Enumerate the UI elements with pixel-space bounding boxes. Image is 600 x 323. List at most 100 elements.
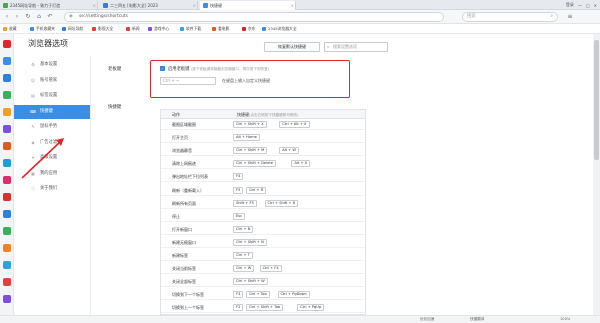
shortcut-key-box[interactable]: Ctrl + Shift + R	[264, 199, 299, 207]
login-button[interactable]: 登录	[566, 2, 574, 8]
bookmark-item[interactable]: 京东	[242, 25, 256, 33]
boss-key-section-label: 老板键	[108, 67, 122, 72]
shortcut-key-box[interactable]: Ctrl + Shift + W	[233, 278, 268, 286]
menu-icon[interactable]: ≡	[566, 13, 574, 21]
menu-item-1[interactable]: ⚙ 基本设置	[14, 58, 90, 72]
side-app-icon[interactable]	[3, 142, 11, 150]
window-controls: 登录 — □ ✕	[566, 0, 600, 10]
side-app-icon[interactable]	[3, 108, 11, 116]
gear-icon: ⚙	[31, 62, 35, 67]
shortcut-key-box[interactable]: Ctrl + Shift + X	[233, 121, 267, 128]
side-app-icon[interactable]	[3, 193, 11, 201]
shortcut-key-box[interactable]: Ctrl + PgDown	[277, 291, 310, 299]
zoom-level[interactable]: 100%	[560, 316, 570, 323]
tab-1[interactable]: 2345网址导航 - 致力于打造 ×	[0, 1, 98, 10]
side-app-icon[interactable]	[3, 159, 11, 167]
shortcut-key-box[interactable]: Ctrl + PgUp	[297, 304, 325, 312]
action-label: 切换到下一个标签	[172, 292, 204, 298]
bookmark-item[interactable]: 看电影	[212, 25, 229, 33]
shortcut-key-box[interactable]: Ctrl + Shift + Delete	[233, 160, 276, 168]
bookmark-item[interactable]: 新闻	[126, 25, 140, 33]
side-app-icon[interactable]	[3, 210, 11, 218]
side-app-icon[interactable]	[3, 278, 11, 286]
side-app-icon[interactable]	[3, 91, 11, 99]
tab-close-icon[interactable]: ×	[291, 1, 294, 10]
bookmark-label: 软件下载	[186, 26, 202, 31]
menu-item-7[interactable]: ✦ 高级设置	[14, 151, 90, 165]
back-icon[interactable]: ‹	[3, 13, 11, 21]
shortcut-key-box[interactable]: Esc	[233, 212, 246, 220]
bookmark-item[interactable]: 收藏	[3, 25, 17, 33]
shortcut-key-box[interactable]: Ctrl + Shift + N	[233, 238, 267, 246]
side-app-icon[interactable]	[3, 57, 11, 65]
tab-close-icon[interactable]: ×	[193, 1, 196, 10]
search-icon[interactable]: ⌕	[551, 13, 553, 21]
scrollbar-thumb[interactable]	[594, 40, 599, 160]
bookmark-item[interactable]: 影视大全	[92, 25, 113, 33]
bookmark-item[interactable]: 手机收藏夹	[30, 25, 55, 33]
shortcut-key-box[interactable]: Shift + F5	[233, 199, 257, 207]
tab-close-icon[interactable]: ×	[93, 1, 96, 10]
shortcut-key-box[interactable]: Ctrl + Tab	[246, 291, 270, 299]
side-app-icon[interactable]	[3, 40, 11, 48]
side-app-icon[interactable]	[3, 125, 11, 133]
menu-item-9[interactable]: ⓘ 关于我们	[14, 182, 90, 196]
shortcut-key-box[interactable]: Ctrl + Shift + M	[233, 147, 268, 155]
shortcut-key-box[interactable]: Ctrl + F4	[259, 265, 282, 273]
shortcut-key-box[interactable]: Ctrl + R	[246, 186, 267, 194]
shortcut-key-box[interactable]: Alt + Home	[233, 134, 260, 142]
shortcut-key-box[interactable]: Ctrl + T	[233, 252, 253, 259]
shortcut-key-box[interactable]: Alt + X	[291, 160, 311, 168]
shortcut-key-box[interactable]: Ctrl + Shift + Tab	[246, 304, 284, 312]
shortcut-key-box[interactable]: Alt + W	[279, 147, 299, 155]
shortcut-key-box[interactable]: Ctrl + Alt + X	[279, 121, 310, 128]
side-app-icon[interactable]	[3, 74, 11, 82]
menu-item-3[interactable]: ▤ 标签设置	[14, 89, 90, 103]
forward-icon[interactable]: ›	[13, 13, 21, 21]
settings-search-input[interactable]: ⌕ 搜索设置选项	[324, 42, 388, 52]
shortcut-key-box[interactable]: F2	[233, 304, 244, 312]
tab-3[interactable]: 快捷键 ×	[200, 1, 296, 10]
minimize-icon[interactable]: —	[578, 3, 582, 8]
action-label: 刷新所有页面	[172, 200, 196, 206]
menu-item-label: 账号管家	[40, 77, 58, 83]
bookmark-item[interactable]: 网址导航	[62, 25, 83, 33]
apps-icon: ▦	[31, 170, 35, 176]
search-input[interactable]: 搜索 ⌕	[462, 12, 558, 22]
bookmark-icon	[212, 27, 216, 31]
menu-item-6[interactable]: ◈ 广告过滤	[14, 136, 90, 150]
shortcut-key-box[interactable]: Ctrl + W	[233, 265, 255, 273]
home-icon[interactable]: ⌂	[35, 13, 43, 21]
side-app-icon[interactable]	[3, 176, 11, 184]
bookmark-item[interactable]: 游戏中心	[148, 25, 169, 33]
col-action-header: 动作	[172, 112, 180, 117]
side-app-icon[interactable]	[3, 295, 11, 303]
shortcut-key-box[interactable]: F4	[233, 173, 244, 181]
refresh-icon[interactable]: ↻	[24, 13, 32, 21]
menu-item-5[interactable]: ✎ 鼠标手势	[14, 120, 90, 134]
col-keys-hint: (点击右侧按下快捷键即可修改)	[249, 113, 299, 117]
shortcut-key-box[interactable]: Ctrl + N	[233, 225, 254, 233]
maximize-icon[interactable]: □	[586, 3, 590, 8]
menu-item-4[interactable]: ⌨ 快捷键	[14, 104, 90, 119]
side-app-icon[interactable]	[3, 244, 11, 252]
highlight-box	[150, 60, 350, 98]
menu-item-2[interactable]: ☺ 账号管家	[14, 74, 90, 88]
bookmark-label: 影视大全	[98, 26, 114, 31]
translate-button[interactable]: 快捷翻译	[470, 316, 484, 323]
tab-2[interactable]: 二三四五 [电影大全] 2023 ×	[100, 1, 198, 10]
side-app-icon[interactable]	[3, 227, 11, 235]
speedup-button[interactable]: 优化加速	[420, 316, 434, 323]
shortcut-key-box[interactable]: F5	[233, 186, 244, 194]
bookmark-item[interactable]: 2345浏览器大全	[262, 25, 297, 33]
restore-default-button[interactable]: 恢复默认快捷键	[264, 42, 320, 52]
status-bar: 优化加速 快捷翻译 100%	[0, 315, 600, 323]
address-bar[interactable]: ◉ se://settings/shortcuts	[64, 12, 444, 22]
menu-item-8[interactable]: ▦ 我的应用	[14, 167, 90, 181]
shortcut-key-box[interactable]: F3	[233, 291, 244, 299]
side-app-icon[interactable]	[3, 261, 11, 269]
bookmark-item[interactable]: 软件下载	[180, 25, 201, 33]
menu-item-label: 广告过滤	[40, 139, 58, 145]
close-icon[interactable]: ✕	[594, 3, 597, 8]
undo-icon[interactable]: ↶	[46, 13, 54, 21]
